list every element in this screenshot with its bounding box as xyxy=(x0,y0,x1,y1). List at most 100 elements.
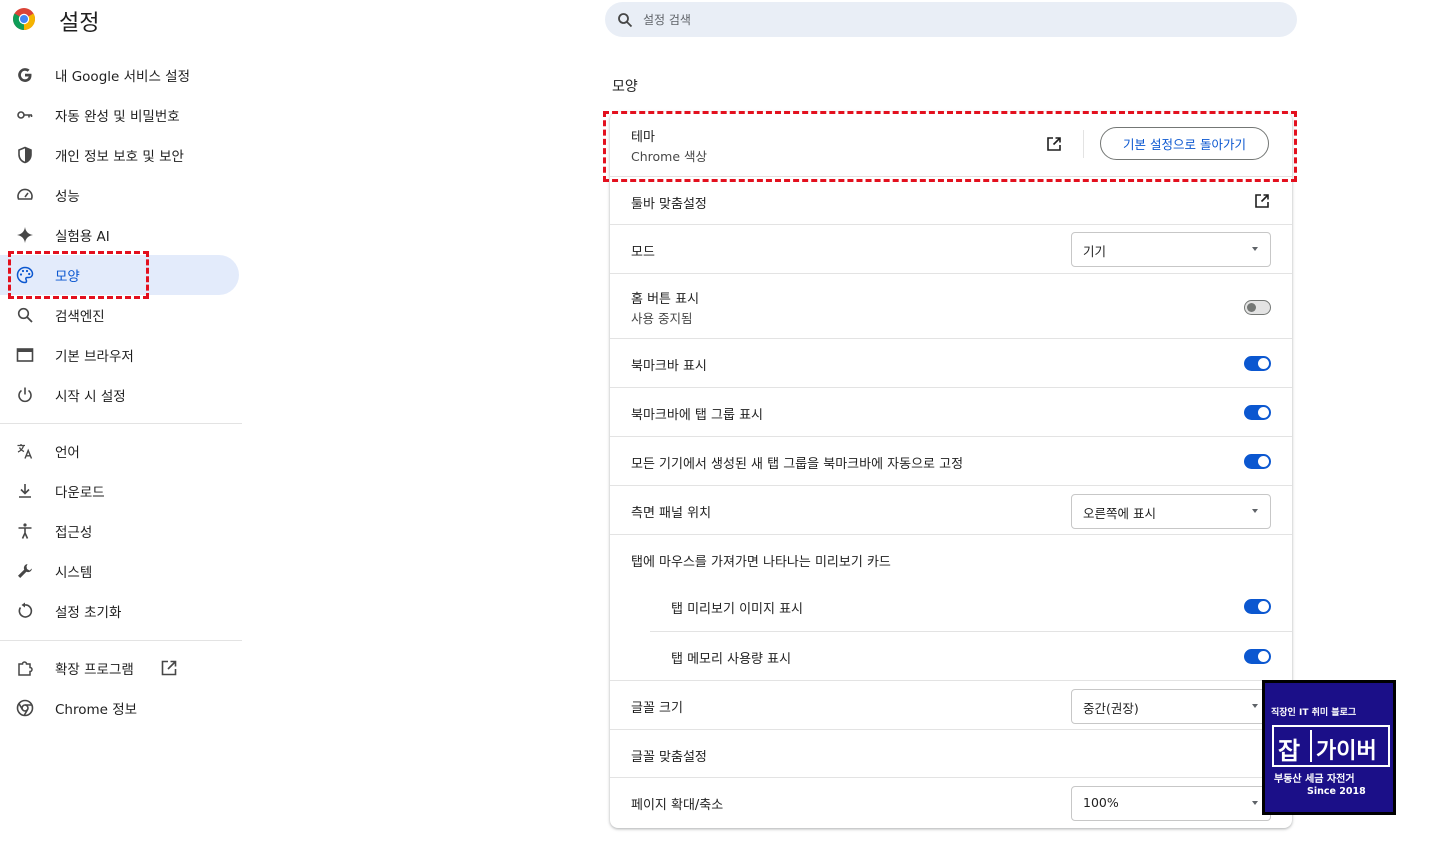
font-size-select-value: 중간(권장) xyxy=(1083,701,1139,716)
mode-title: 모드 xyxy=(631,245,655,260)
mode-select[interactable]: 기기 xyxy=(1071,232,1271,267)
tab-preview-toggle[interactable] xyxy=(1244,599,1271,614)
sidebar-item-label: 성능 xyxy=(55,189,80,205)
sidebar-item-label: 모양 xyxy=(55,269,80,285)
home-button-toggle[interactable] xyxy=(1244,300,1271,315)
app-title: 설정 xyxy=(59,11,100,36)
caret-down-icon xyxy=(1252,509,1258,513)
google-g-icon xyxy=(18,68,32,82)
sidebar-item-autofill[interactable]: 자동 완성 및 비밀번호 xyxy=(0,95,239,135)
page-zoom-select[interactable]: 100% xyxy=(1071,786,1271,821)
wrench-icon xyxy=(18,564,32,578)
search-bar[interactable] xyxy=(605,2,1297,37)
sidebar-item-label: 시스템 xyxy=(55,565,93,581)
translate-icon xyxy=(17,444,33,459)
sidebar-item-extensions[interactable]: 확장 프로그램 xyxy=(0,648,239,688)
sidebar-item-appearance[interactable]: 모양 xyxy=(0,255,239,295)
section-title: 모양 xyxy=(612,79,638,95)
tab-groups-bar-toggle[interactable] xyxy=(1244,405,1271,420)
sidebar-divider xyxy=(0,640,242,641)
reset-icon xyxy=(18,602,33,618)
page-zoom-title: 페이지 확대/축소 xyxy=(631,798,724,813)
reset-to-default-button[interactable]: 기본 설정으로 돌아가기 xyxy=(1100,127,1269,160)
tab-memory-row[interactable]: 탭 메모리 사용량 표시 xyxy=(650,631,1292,681)
search-input[interactable] xyxy=(641,11,1245,28)
sidebar-item-label: 자동 완성 및 비밀번호 xyxy=(55,109,180,125)
sparkle-icon xyxy=(17,227,33,243)
sidebar-item-performance[interactable]: 성능 xyxy=(0,175,239,215)
open-in-new-icon[interactable] xyxy=(1046,136,1062,152)
theme-row[interactable]: 테마 Chrome 색상 기본 설정으로 돌아가기 xyxy=(610,112,1292,176)
sidebar-item-label: 검색엔진 xyxy=(55,309,105,325)
tab-memory-title: 탭 메모리 사용량 표시 xyxy=(671,652,792,667)
toolbar-customize-row[interactable]: 툴바 맞춤설정 xyxy=(610,176,1292,225)
badge-line4: Since 2018 xyxy=(1307,786,1366,797)
accessibility-icon xyxy=(18,523,32,539)
sidebar-item-about-chrome[interactable]: Chrome 정보 xyxy=(0,688,239,728)
badge-box: 잡 가이버 xyxy=(1272,725,1390,767)
home-button-row[interactable]: 홈 버튼 표시 사용 중지됨 xyxy=(610,273,1292,339)
tab-groups-bar-row[interactable]: 북마크바에 탭 그룹 표시 xyxy=(610,387,1292,437)
font-size-select[interactable]: 중간(권장) xyxy=(1071,689,1271,724)
sidebar-item-google-services[interactable]: 내 Google 서비스 설정 xyxy=(0,55,239,95)
sidebar-item-system[interactable]: 시스템 xyxy=(0,551,239,591)
puzzle-icon xyxy=(18,661,33,676)
font-customize-row[interactable]: 글꼴 맞춤설정 xyxy=(610,729,1292,778)
badge-separator xyxy=(1310,730,1312,762)
bookmarks-bar-toggle[interactable] xyxy=(1244,356,1271,371)
auto-pin-title: 모든 기기에서 생성된 새 탭 그룹을 북마크바에 자동으로 고정 xyxy=(631,457,964,472)
sidebar-divider xyxy=(0,423,242,424)
mode-select-value: 기기 xyxy=(1083,244,1107,259)
bookmarks-bar-row[interactable]: 북마크바 표시 xyxy=(610,338,1292,388)
side-panel-row: 측면 패널 위치 오른쪽에 표시 xyxy=(610,485,1292,535)
page-zoom-row: 페이지 확대/축소 100% xyxy=(610,777,1292,829)
badge-big1: 잡 xyxy=(1278,737,1301,765)
bookmarks-bar-title: 북마크바 표시 xyxy=(631,359,707,374)
font-customize-title: 글꼴 맞춤설정 xyxy=(631,750,707,765)
theme-subtitle: Chrome 색상 xyxy=(631,149,708,164)
power-icon xyxy=(18,387,32,403)
side-panel-select[interactable]: 오른쪽에 표시 xyxy=(1071,494,1271,529)
badge-big2: 가이버 xyxy=(1316,739,1377,764)
sidebar-item-label: Chrome 정보 xyxy=(55,702,138,718)
chrome-logo-icon xyxy=(13,8,35,30)
side-panel-select-value: 오른쪽에 표시 xyxy=(1083,506,1156,521)
badge-line3: 부동산 세금 자전거 xyxy=(1274,774,1355,785)
sidebar-item-label: 다운로드 xyxy=(55,485,105,501)
sidebar-item-on-startup[interactable]: 시작 시 설정 xyxy=(0,375,239,415)
sidebar-item-default-browser[interactable]: 기본 브라우저 xyxy=(0,335,239,375)
browser-window-icon xyxy=(16,348,34,362)
sidebar-item-languages[interactable]: 언어 xyxy=(0,431,239,471)
home-button-title: 홈 버튼 표시 xyxy=(631,292,700,307)
auto-pin-toggle[interactable] xyxy=(1244,454,1271,469)
sidebar-item-reset-settings[interactable]: 설정 초기화 xyxy=(0,591,239,631)
vertical-separator xyxy=(1083,130,1084,158)
hover-card-title: 탭에 마우스를 가져가면 나타나는 미리보기 카드 xyxy=(631,555,891,570)
sidebar-item-privacy[interactable]: 개인 정보 보호 및 보안 xyxy=(0,135,239,175)
side-panel-title: 측면 패널 위치 xyxy=(631,506,712,521)
caret-down-icon xyxy=(1252,247,1258,251)
auto-pin-row[interactable]: 모든 기기에서 생성된 새 탭 그룹을 북마크바에 자동으로 고정 xyxy=(610,436,1292,486)
watermark-badge: 직장인 IT 취미 블로그 잡 가이버 부동산 세금 자전거 Since 201… xyxy=(1262,680,1396,815)
shield-icon xyxy=(18,146,32,164)
tab-preview-row[interactable]: 탭 미리보기 이미지 표시 xyxy=(610,582,1292,631)
tab-memory-toggle[interactable] xyxy=(1244,649,1271,664)
sidebar-item-label: 개인 정보 보호 및 보안 xyxy=(55,149,184,165)
search-icon xyxy=(17,307,33,323)
sidebar-item-accessibility[interactable]: 접근성 xyxy=(0,511,239,551)
open-in-new-icon[interactable] xyxy=(1254,193,1270,209)
palette-icon xyxy=(16,266,34,284)
sidebar-item-label: 내 Google 서비스 설정 xyxy=(55,69,190,85)
font-size-row: 글꼴 크기 중간(권장) xyxy=(610,680,1292,730)
sidebar-item-downloads[interactable]: 다운로드 xyxy=(0,471,239,511)
hover-card-row: 탭에 마우스를 가져가면 나타나는 미리보기 카드 xyxy=(610,534,1292,583)
sidebar-item-label: 설정 초기화 xyxy=(55,605,122,621)
sidebar-item-search-engine[interactable]: 검색엔진 xyxy=(0,295,239,335)
toolbar-customize-title: 툴바 맞춤설정 xyxy=(631,197,707,212)
sidebar-item-label: 접근성 xyxy=(55,525,93,541)
sidebar-item-experimental-ai[interactable]: 실험용 AI xyxy=(0,215,239,255)
caret-down-icon xyxy=(1252,801,1258,805)
speedometer-icon xyxy=(17,188,33,200)
badge-line1: 직장인 IT 취미 블로그 xyxy=(1271,708,1357,718)
key-icon xyxy=(17,111,33,119)
